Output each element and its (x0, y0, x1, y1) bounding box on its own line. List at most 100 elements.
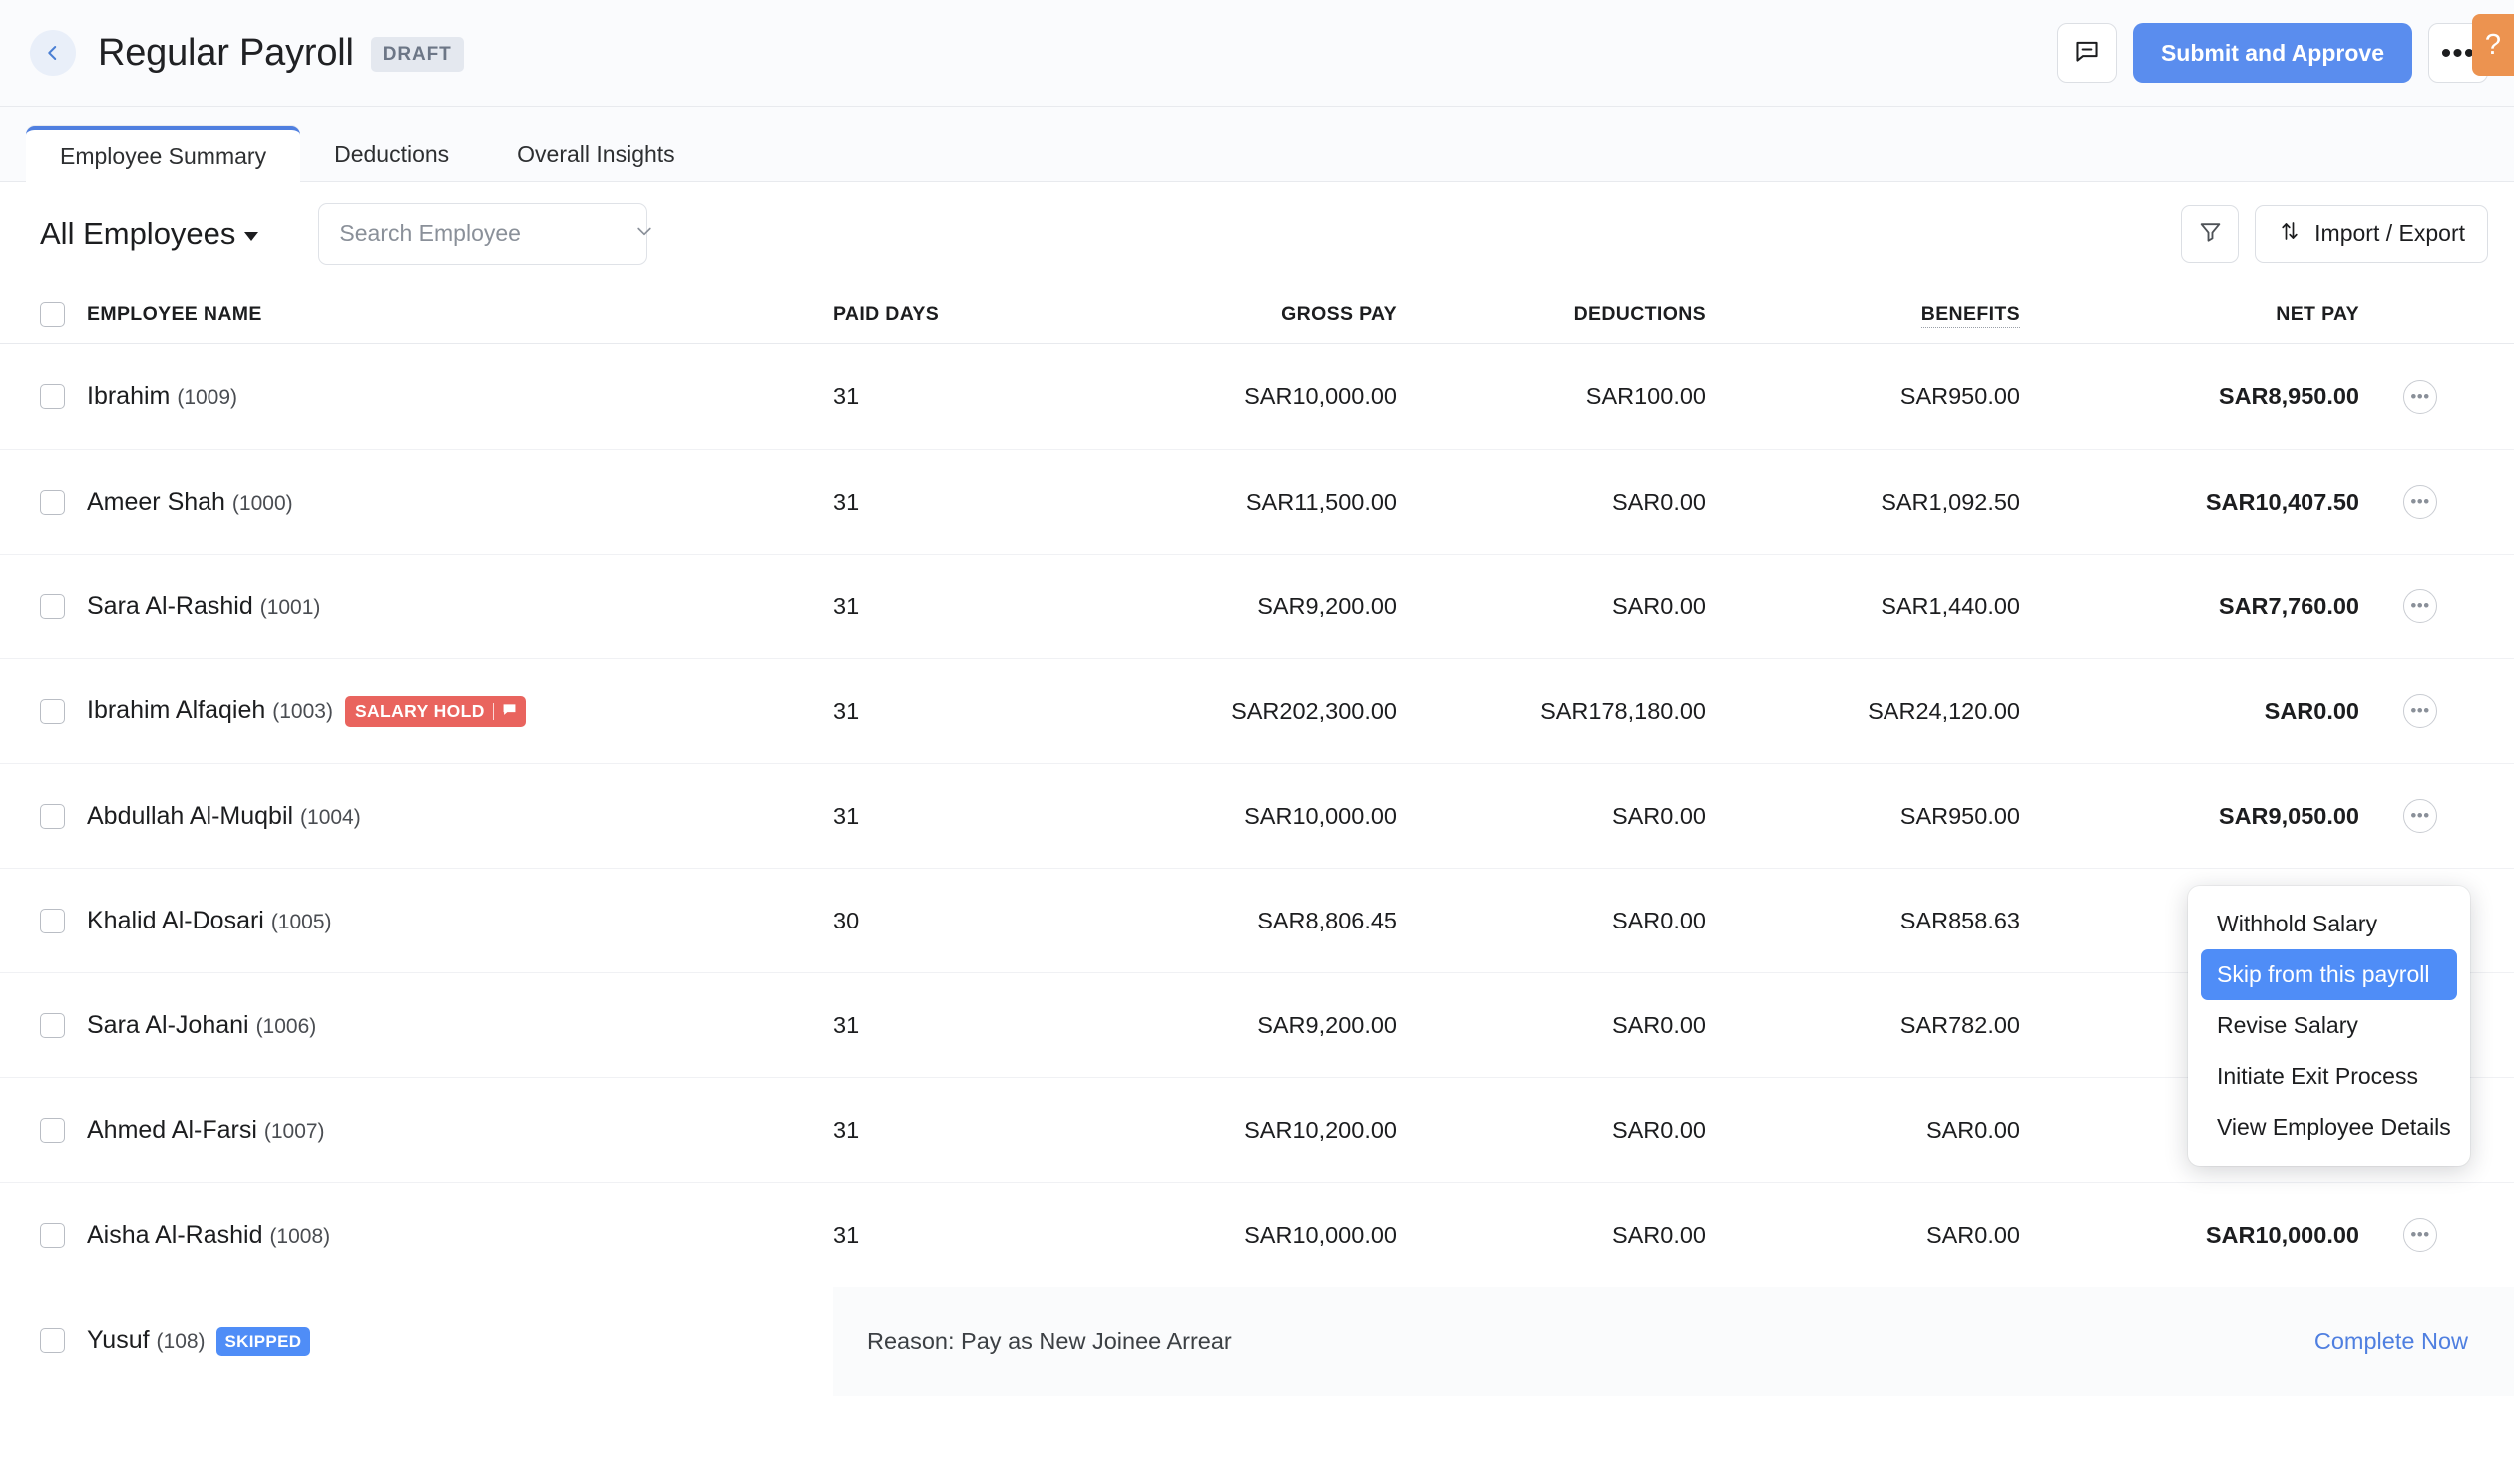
row-actions-button[interactable]: ••• (2403, 694, 2437, 728)
gross-pay-value: SAR10,200.00 (1244, 1117, 1397, 1143)
row-cell-deductions: SAR0.00 (1397, 908, 1706, 934)
import-export-button[interactable]: Import / Export (2255, 205, 2488, 263)
row-cell-paid-days: 31 (833, 489, 1097, 516)
row-cell-benefits: SAR0.00 (1706, 1222, 2020, 1249)
filter-button[interactable] (2181, 205, 2239, 263)
row-actions-button[interactable]: ••• (2403, 485, 2437, 519)
benefits-value: SAR0.00 (1926, 1222, 2020, 1248)
row-checkbox[interactable] (40, 594, 65, 619)
tab-overall-insights[interactable]: Overall Insights (483, 126, 709, 182)
ellipsis-icon: ••• (2441, 46, 2476, 61)
header-label-deductions: DEDUCTIONS (1574, 303, 1706, 325)
row-cell-actions: ••• (2359, 799, 2437, 833)
row-actions-button[interactable]: ••• (2403, 799, 2437, 833)
row-cell-paid-days: 31 (833, 698, 1097, 725)
import-export-arrows-icon (2278, 219, 2302, 249)
paid-days-value: 31 (833, 1012, 859, 1038)
help-button[interactable]: ? (2472, 14, 2514, 76)
chevron-left-icon (44, 44, 62, 62)
row-cell-gross-pay: SAR10,000.00 (1097, 1222, 1397, 1249)
employee-scope-dropdown[interactable]: All Employees (40, 216, 258, 252)
skipped-row-detail: Reason: Pay as New Joinee Arrear Complet… (833, 1287, 2514, 1396)
net-pay-value: SAR8,950.00 (2219, 383, 2359, 409)
net-pay-value: SAR7,760.00 (2219, 593, 2359, 619)
salary-hold-badge: SALARY HOLD (345, 696, 526, 727)
paid-days-value: 31 (833, 803, 859, 829)
table-row: Ahmed Al-Farsi (1007)31SAR10,200.00SAR0.… (0, 1077, 2514, 1182)
employee-id: (1006) (256, 1015, 317, 1038)
benefits-value: SAR1,092.50 (1881, 489, 2020, 515)
benefits-value: SAR1,440.00 (1881, 593, 2020, 619)
employee-name: Ibrahim Alfaqieh (1003)SALARY HOLD (87, 696, 526, 727)
row-checkbox[interactable] (40, 1223, 65, 1248)
gross-pay-value: SAR9,200.00 (1257, 593, 1397, 619)
header-cell-paid-days: PAID DAYS (833, 303, 1097, 326)
row-cell-deductions: SAR0.00 (1397, 593, 1706, 620)
status-badge: DRAFT (371, 37, 464, 72)
table-header-row: EMPLOYEE NAME PAID DAYS GROSS PAY DEDUCT… (0, 286, 2514, 344)
row-checkbox[interactable] (40, 1328, 65, 1353)
context-menu-item[interactable]: Revise Salary (2201, 1000, 2457, 1051)
benefits-value: SAR782.00 (1900, 1012, 2020, 1038)
header-label-employee-name: EMPLOYEE NAME (87, 303, 262, 326)
row-cell-employee-name: Abdullah Al-Muqbil (1004) (40, 802, 833, 831)
table-row: Khalid Al-Dosari (1005)30SAR8,806.45SAR0… (0, 868, 2514, 972)
tab-list: Employee Summary Deductions Overall Insi… (26, 126, 709, 182)
row-actions-button[interactable]: ••• (2403, 589, 2437, 623)
deductions-value: SAR0.00 (1612, 1012, 1706, 1038)
employee-name: Ahmed Al-Farsi (1007) (87, 1116, 325, 1145)
row-checkbox[interactable] (40, 1118, 65, 1143)
tab-employee-summary[interactable]: Employee Summary (26, 126, 300, 182)
row-checkbox[interactable] (40, 699, 65, 724)
search-input[interactable] (339, 220, 634, 247)
row-cell-paid-days: 31 (833, 1012, 1097, 1039)
row-cell-actions: ••• (2359, 1218, 2437, 1252)
paid-days-value: 30 (833, 908, 859, 933)
row-checkbox[interactable] (40, 1013, 65, 1038)
header-label-benefits[interactable]: BENEFITS (1921, 303, 2020, 328)
select-all-checkbox[interactable] (40, 302, 65, 327)
gross-pay-value: SAR10,000.00 (1244, 383, 1397, 409)
context-menu-item[interactable]: Initiate Exit Process (2201, 1051, 2457, 1102)
complete-now-link[interactable]: Complete Now (2314, 1328, 2468, 1355)
row-checkbox[interactable] (40, 384, 65, 409)
header-label-gross-pay: GROSS PAY (1281, 303, 1397, 325)
row-cell-net-pay: SAR7,760.00 (2020, 593, 2359, 620)
row-cell-employee-name: Khalid Al-Dosari (1005) (40, 907, 833, 935)
employee-name: Khalid Al-Dosari (1005) (87, 907, 332, 935)
context-menu-item[interactable]: Withhold Salary (2201, 899, 2457, 949)
row-cell-paid-days: 31 (833, 1222, 1097, 1249)
row-cell-deductions: SAR0.00 (1397, 1117, 1706, 1144)
net-pay-value: SAR10,000.00 (2206, 1222, 2359, 1248)
row-cell-benefits: SAR24,120.00 (1706, 698, 2020, 725)
search-employee-box[interactable] (318, 203, 647, 265)
table-row: Ibrahim (1009)31SAR10,000.00SAR100.00SAR… (0, 344, 2514, 449)
row-checkbox[interactable] (40, 490, 65, 515)
chevron-down-icon[interactable] (634, 221, 654, 246)
employee-id: (1008) (269, 1225, 330, 1248)
employee-name: Ibrahim (1009) (87, 382, 237, 411)
comment-button[interactable] (2057, 23, 2117, 83)
row-actions-button[interactable]: ••• (2403, 380, 2437, 414)
row-cell-net-pay: SAR10,407.50 (2020, 489, 2359, 516)
employee-name-text: Ameer Shah (87, 488, 225, 516)
row-cell-benefits: SAR1,440.00 (1706, 593, 2020, 620)
employee-id: (108) (157, 1330, 206, 1353)
employee-name-text: Ibrahim (87, 382, 170, 410)
skipped-badge: SKIPPED (216, 1327, 311, 1356)
salary-hold-badge-label: SALARY HOLD (355, 701, 485, 722)
row-checkbox[interactable] (40, 804, 65, 829)
submit-and-approve-button[interactable]: Submit and Approve (2133, 23, 2412, 83)
paid-days-value: 31 (833, 1222, 859, 1248)
context-menu-item[interactable]: View Employee Details (2201, 1102, 2457, 1153)
row-cell-deductions: SAR100.00 (1397, 383, 1706, 410)
row-actions-button[interactable]: ••• (2403, 1218, 2437, 1252)
caret-down-icon (244, 232, 258, 241)
row-cell-gross-pay: SAR9,200.00 (1097, 1012, 1397, 1039)
context-menu-item[interactable]: Skip from this payroll (2201, 949, 2457, 1000)
tab-deductions[interactable]: Deductions (300, 126, 483, 182)
header-label-paid-days: PAID DAYS (833, 303, 939, 325)
table-row: Sara Al-Johani (1006)31SAR9,200.00SAR0.0… (0, 972, 2514, 1077)
row-checkbox[interactable] (40, 909, 65, 933)
back-button[interactable] (30, 30, 76, 76)
